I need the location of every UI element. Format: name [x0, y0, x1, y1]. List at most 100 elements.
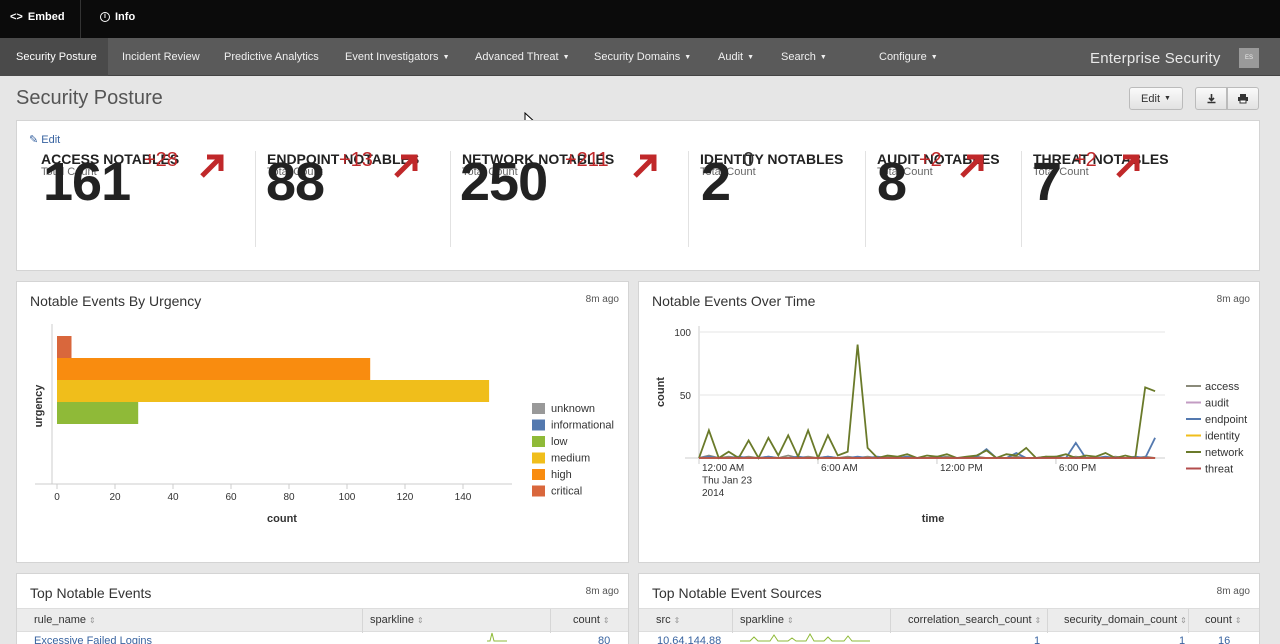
pencil-icon: ✎	[29, 134, 39, 146]
sort-icon: ⇕	[1034, 616, 1042, 625]
edit-notables-link[interactable]: ✎ Edit	[29, 133, 60, 146]
x-axis-title: time	[922, 513, 945, 525]
security-domain-count-link[interactable]: 1	[1179, 635, 1185, 644]
print-button[interactable]	[1227, 87, 1259, 110]
last-updated-label: 8m ago	[585, 586, 619, 597]
sort-icon: ⇕	[673, 616, 681, 625]
column-header-sparkline[interactable]: sparkline ⇕	[370, 614, 424, 626]
count-link[interactable]: 80	[598, 635, 610, 644]
kpi-divider	[688, 151, 689, 247]
column-header-correlation-search-count[interactable]: correlation_search_count ⇕	[908, 614, 1041, 626]
sparkline	[740, 632, 870, 642]
column-divider	[362, 609, 363, 633]
nav-search[interactable]: Search ▼	[781, 51, 827, 63]
column-divider	[732, 609, 733, 633]
legend-label: identity	[1205, 431, 1240, 443]
series-line-network	[698, 344, 1156, 461]
legend-label: threat	[1205, 464, 1233, 476]
x-tick-label: 100	[339, 492, 356, 503]
table-header: rule_name ⇕ sparkline ⇕ count ⇕	[17, 608, 628, 633]
top-notable-events-panel: Top Notable Events 8m ago rule_name ⇕ spa…	[16, 573, 629, 644]
legend-label: network	[1205, 447, 1244, 459]
notables-summary-panel: ✎ Edit ACCESS NOTABLES Total Count 161 +2…	[16, 120, 1260, 271]
caret-down-icon: ▼	[819, 54, 827, 61]
sort-icon: ⇕	[417, 616, 424, 625]
panel-title: Top Notable Event Sources	[652, 585, 822, 601]
column-header-security-domain-count[interactable]: security_domain_count ⇕	[1064, 614, 1187, 626]
nav-audit[interactable]: Audit ▼	[718, 51, 754, 63]
kpi-value: 161	[43, 152, 131, 212]
nav-advanced-threat[interactable]: Advanced Threat ▼	[475, 51, 570, 63]
count-link[interactable]: 16	[1218, 635, 1230, 644]
column-header-rule-name[interactable]: rule_name ⇕	[34, 614, 96, 626]
y-tick-label: 50	[680, 391, 692, 402]
caret-down-icon: ▼	[747, 54, 755, 61]
time-chart-panel: Notable Events Over Time 8m ago 50 100 12:…	[638, 281, 1260, 563]
column-divider	[1188, 609, 1189, 633]
x-tick-label: 80	[283, 492, 295, 503]
kpi-delta: +211	[565, 149, 609, 171]
legend-swatch	[532, 436, 545, 447]
bar-critical	[57, 336, 72, 358]
sort-icon: ⇕	[787, 616, 794, 625]
x-tick-label: 6:00 PM	[1059, 463, 1096, 474]
legend-label: access	[1205, 381, 1240, 393]
nav-event-investigators[interactable]: Event Investigators ▼	[345, 51, 450, 63]
info-button[interactable]: i Info	[100, 11, 135, 23]
x-tick-label: 6:00 AM	[821, 463, 858, 474]
info-label: Info	[115, 11, 136, 23]
column-divider	[890, 609, 891, 633]
legend-swatch	[532, 419, 545, 431]
kpi-value: 7	[1032, 152, 1062, 212]
y-tick-label: 100	[674, 328, 691, 339]
rule-name-link[interactable]: Excessive Failed Logins	[34, 635, 152, 644]
legend-label: endpoint	[1205, 414, 1247, 426]
app-logo-badge[interactable]: ES	[1239, 48, 1259, 68]
print-icon	[1238, 94, 1248, 104]
events-over-time-line-chart: 50 100 12:00 AM Thu Jan 232014 6:00 AM 12:00 …	[655, 326, 1247, 525]
nav-security-domains[interactable]: Security Domains ▼	[594, 51, 691, 63]
x-tick-label: 60	[225, 492, 237, 503]
legend-label: audit	[1205, 398, 1229, 410]
urgency-bar-chart: 0 20 40 60 80 100 120 140 count urgency unknown inf…	[33, 324, 614, 525]
column-header-count[interactable]: count ⇕	[573, 614, 610, 626]
column-header-count[interactable]: count ⇕	[1205, 614, 1242, 626]
export-button[interactable]	[1195, 87, 1227, 110]
caret-down-icon: ▼	[930, 54, 938, 61]
kpi-value: 88	[266, 152, 325, 212]
sparkline	[487, 632, 507, 642]
y-axis-title: count	[655, 377, 667, 407]
correlation-search-count-link[interactable]: 1	[1034, 635, 1040, 644]
nav-predictive-analytics[interactable]: Predictive Analytics	[224, 51, 319, 63]
src-link[interactable]: 10.64.144.88	[657, 635, 721, 644]
sort-icon: ⇕	[1234, 616, 1242, 625]
x-tick-label: 12:00 PM	[940, 463, 983, 474]
column-header-src[interactable]: src ⇕	[656, 614, 680, 626]
trend-up-arrow-icon	[1116, 154, 1140, 178]
caret-down-icon: ▼	[562, 54, 570, 61]
top-notable-sources-panel: Top Notable Event Sources 8m ago src ⇕ sp…	[638, 573, 1260, 644]
urgency-chart-panel: Notable Events By Urgency 8m ago 0 20 40 60…	[16, 281, 629, 563]
last-updated-label: 8m ago	[1216, 294, 1250, 305]
nav-configure[interactable]: Configure ▼	[879, 51, 938, 63]
legend-label: medium	[551, 453, 590, 465]
x-tick-label: 0	[54, 492, 60, 503]
sort-icon: ⇕	[1180, 616, 1187, 625]
kpi-delta: +2	[919, 149, 942, 171]
sort-icon: ⇕	[602, 616, 610, 625]
nav-security-posture[interactable]: Security Posture	[16, 51, 97, 63]
edit-dashboard-button[interactable]: Edit ▼	[1129, 87, 1183, 110]
legend-label: low	[551, 436, 568, 448]
nav-incident-review[interactable]: Incident Review	[122, 51, 200, 63]
column-header-sparkline[interactable]: sparkline ⇕	[740, 614, 794, 626]
trend-up-arrow-icon	[394, 154, 418, 178]
caret-down-icon: ▼	[1164, 95, 1171, 102]
legend-swatch	[532, 452, 545, 464]
embed-button[interactable]: <> Embed	[10, 11, 65, 23]
legend-swatch	[532, 485, 545, 497]
caret-down-icon: ▼	[684, 54, 692, 61]
kpi-divider	[255, 151, 256, 247]
kpi-value: 8	[877, 152, 907, 212]
legend-label: high	[551, 469, 572, 481]
bar-low	[57, 402, 139, 424]
